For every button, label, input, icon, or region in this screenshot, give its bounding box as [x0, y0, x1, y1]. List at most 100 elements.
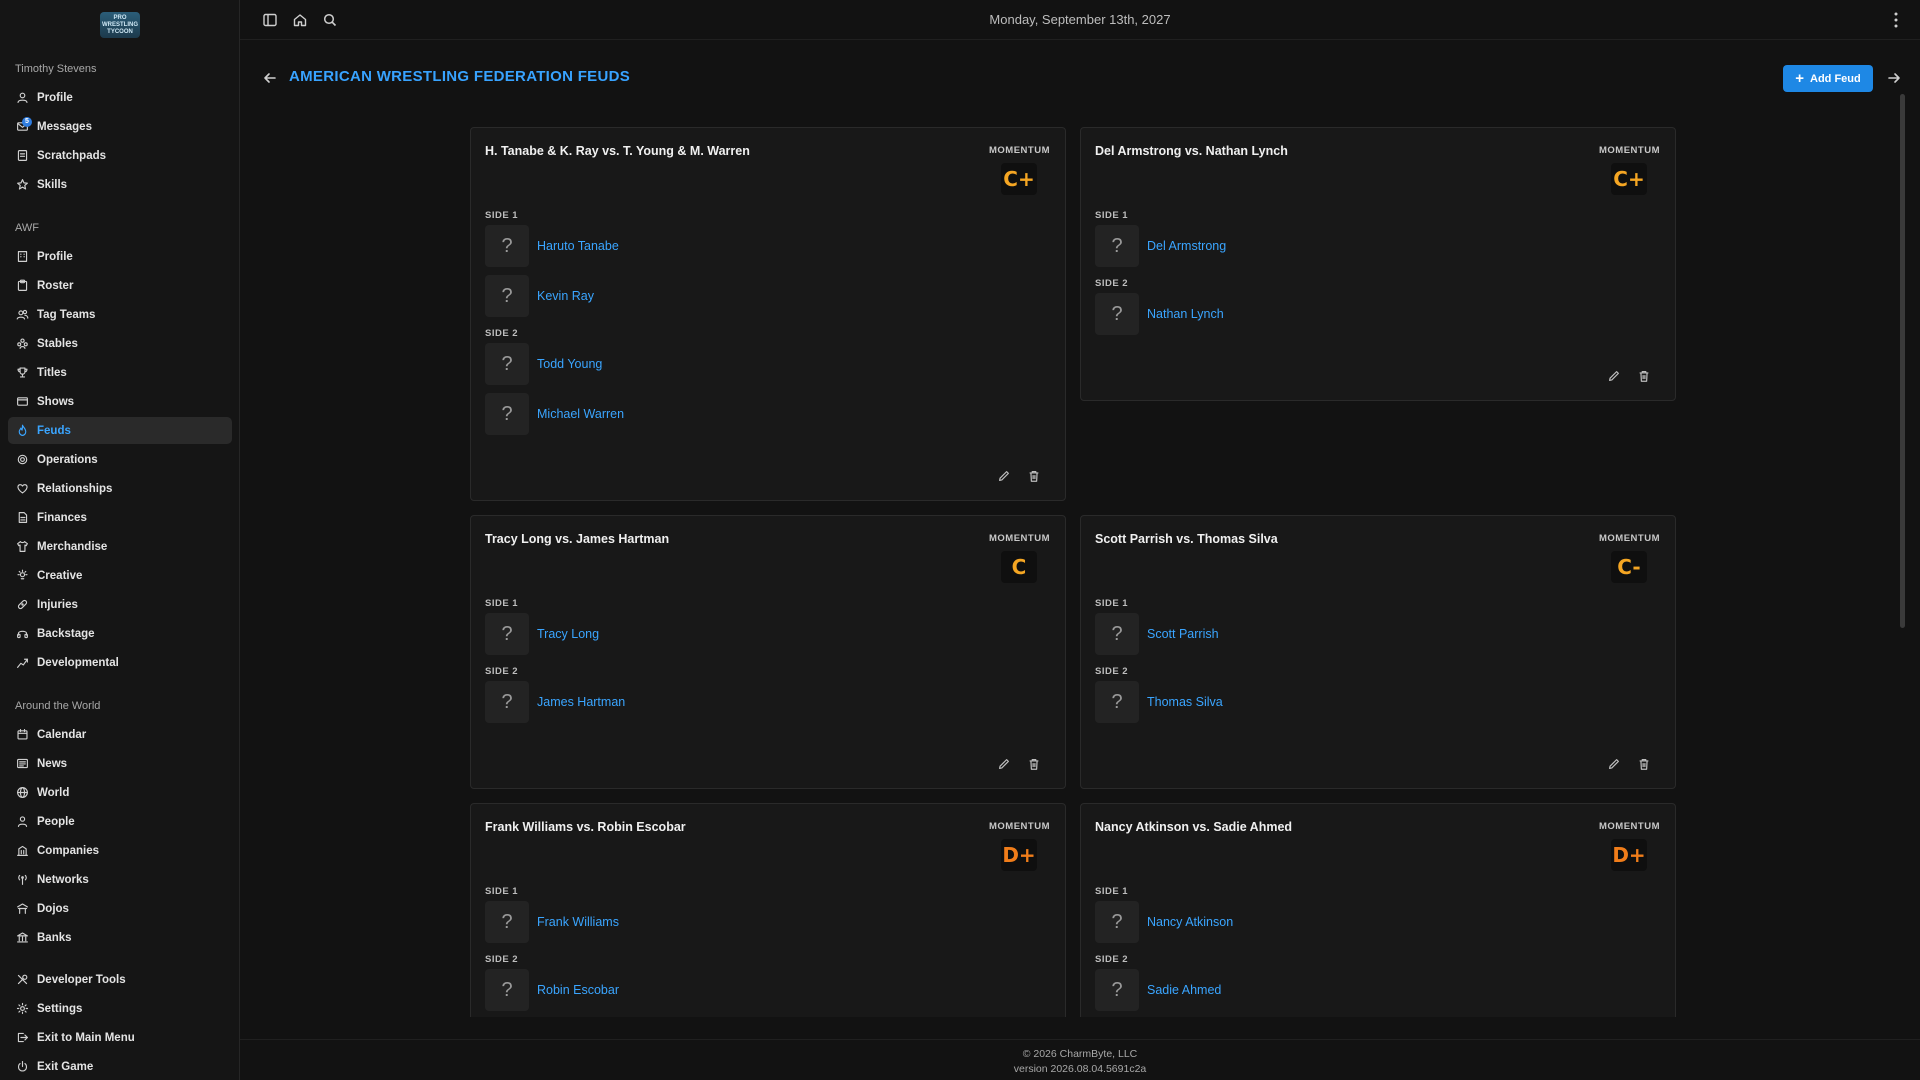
calendar-icon [17, 729, 28, 740]
feud-title[interactable]: Scott Parrish vs. Thomas Silva [1095, 532, 1278, 546]
sidebar-item-exit-to-main-menu[interactable]: Exit to Main Menu [8, 1024, 232, 1051]
sidebar-item-profile[interactable]: Profile [8, 84, 232, 111]
wrestler-avatar[interactable]: ? [1095, 969, 1139, 1011]
sidebar-item-finances[interactable]: Finances [8, 504, 232, 531]
sidebar-item-exit-game[interactable]: Exit Game [8, 1053, 232, 1080]
sidebar-item-titles[interactable]: Titles [8, 359, 232, 386]
wrestler-name-link[interactable]: Tracy Long [537, 627, 599, 641]
feud-title[interactable]: Del Armstrong vs. Nathan Lynch [1095, 144, 1288, 158]
more-menu-icon[interactable] [1894, 11, 1898, 29]
sidebar-item-scratchpads[interactable]: Scratchpads [8, 142, 232, 169]
wrestler-entry: ? Nathan Lynch [1095, 293, 1224, 335]
feud-title[interactable]: H. Tanabe & K. Ray vs. T. Young & M. War… [485, 144, 750, 158]
wrestler-name-link[interactable]: Haruto Tanabe [537, 239, 619, 253]
wrestler-avatar[interactable]: ? [1095, 681, 1139, 723]
sidebar-item-people[interactable]: People [8, 808, 232, 835]
sidebar-item-tag-teams[interactable]: Tag Teams [8, 301, 232, 328]
edit-icon[interactable] [1607, 757, 1621, 771]
sidebar-item-dojos[interactable]: Dojos [8, 895, 232, 922]
sidebar-item-label: News [37, 757, 68, 770]
wrestler-name-link[interactable]: Michael Warren [537, 407, 624, 421]
trash-icon[interactable] [1027, 757, 1041, 771]
wrestler-avatar[interactable]: ? [485, 969, 529, 1011]
sidebar-item-label: Scratchpads [37, 149, 107, 162]
sidebar-item-settings[interactable]: Settings [8, 995, 232, 1022]
sidebar-item-developmental[interactable]: Developmental [8, 649, 232, 676]
trash-icon[interactable] [1637, 757, 1651, 771]
momentum-grade: C- [1611, 551, 1647, 583]
wrestler-avatar[interactable]: ? [485, 901, 529, 943]
wrestler-entry: ? Scott Parrish [1095, 613, 1219, 655]
trash-icon[interactable] [1637, 369, 1651, 383]
app-logo[interactable]: PRO WRESTLING TYCOON [100, 12, 140, 38]
add-feud-button[interactable]: + Add Feud [1783, 65, 1873, 92]
wrestler-avatar[interactable]: ? [485, 613, 529, 655]
wrestler-name-link[interactable]: Thomas Silva [1147, 695, 1223, 709]
wrestler-avatar[interactable]: ? [485, 225, 529, 267]
wrestler-avatar[interactable]: ? [485, 343, 529, 385]
feud-card[interactable]: Tracy Long vs. James Hartman MOMENTUM C SID… [470, 515, 1066, 789]
feud-card[interactable]: Nancy Atkinson vs. Sadie Ahmed MOMENTUM D+… [1080, 803, 1676, 1017]
sidebar-item-stables[interactable]: Stables [8, 330, 232, 357]
edit-icon[interactable] [1607, 369, 1621, 383]
edit-icon[interactable] [997, 757, 1011, 771]
wrestler-name-link[interactable]: Nathan Lynch [1147, 307, 1224, 321]
wrestler-avatar[interactable]: ? [1095, 293, 1139, 335]
sidebar-item-skills[interactable]: Skills [8, 171, 232, 198]
feud-title[interactable]: Frank Williams vs. Robin Escobar [485, 820, 686, 834]
back-arrow-icon[interactable] [262, 70, 278, 86]
feud-title[interactable]: Tracy Long vs. James Hartman [485, 532, 669, 546]
feud-title[interactable]: Nancy Atkinson vs. Sadie Ahmed [1095, 820, 1292, 834]
side-label: SIDE 2 [485, 666, 519, 677]
sidebar-item-calendar[interactable]: Calendar [8, 721, 232, 748]
sidebar-item-world[interactable]: World [8, 779, 232, 806]
feud-card[interactable]: Del Armstrong vs. Nathan Lynch MOMENTUM C+… [1080, 127, 1676, 401]
sidebar-item-companies[interactable]: Companies [8, 837, 232, 864]
sidebar-item-networks[interactable]: Networks [8, 866, 232, 893]
wrestler-avatar[interactable]: ? [1095, 613, 1139, 655]
wrestler-name-link[interactable]: Sadie Ahmed [1147, 983, 1221, 997]
sidebar-item-developer-tools[interactable]: Developer Tools [8, 966, 232, 993]
wrestler-avatar[interactable]: ? [1095, 901, 1139, 943]
sidebar-item-banks[interactable]: Banks [8, 924, 232, 951]
sidebar-item-label: Backstage [37, 627, 95, 640]
wrestler-name-link[interactable]: Kevin Ray [537, 289, 594, 303]
wrestler-avatar[interactable]: ? [485, 275, 529, 317]
sidebar-item-shows[interactable]: Shows [8, 388, 232, 415]
wrestler-name-link[interactable]: Nancy Atkinson [1147, 915, 1233, 929]
sidebar-item-feuds[interactable]: Feuds [8, 417, 232, 444]
sidebar-item-merchandise[interactable]: Merchandise [8, 533, 232, 560]
wrestler-avatar[interactable]: ? [485, 681, 529, 723]
sidebar-item-injuries[interactable]: Injuries [8, 591, 232, 618]
sidebar-item-news[interactable]: News [8, 750, 232, 777]
feud-card[interactable]: H. Tanabe & K. Ray vs. T. Young & M. War… [470, 127, 1066, 501]
forward-arrow-icon[interactable] [1886, 70, 1902, 86]
wrestler-name-link[interactable]: Del Armstrong [1147, 239, 1226, 253]
sidebar-item-creative[interactable]: Creative [8, 562, 232, 589]
sidebar-item-relationships[interactable]: Relationships [8, 475, 232, 502]
trash-icon[interactable] [1027, 469, 1041, 483]
notepad-icon [17, 150, 28, 161]
side-label: SIDE 1 [485, 886, 519, 897]
wrestler-name-link[interactable]: Robin Escobar [537, 983, 619, 997]
feud-card[interactable]: Scott Parrish vs. Thomas Silva MOMENTUM C-… [1080, 515, 1676, 789]
wrestler-entry: ? Nancy Atkinson [1095, 901, 1233, 943]
top-bar: Monday, September 13th, 2027 [240, 0, 1920, 40]
wrestler-name-link[interactable]: Scott Parrish [1147, 627, 1219, 641]
scrollbar[interactable] [1900, 94, 1905, 628]
wrestler-name-link[interactable]: Frank Williams [537, 915, 619, 929]
wrestler-avatar[interactable]: ? [1095, 225, 1139, 267]
wrestler-avatar[interactable]: ? [485, 393, 529, 435]
sidebar-item-backstage[interactable]: Backstage [8, 620, 232, 647]
wrestler-name-link[interactable]: Todd Young [537, 357, 602, 371]
sidebar-item-profile[interactable]: Profile [8, 243, 232, 270]
sidebar-item-roster[interactable]: Roster [8, 272, 232, 299]
edit-icon[interactable] [997, 469, 1011, 483]
version-text: version 2026.08.04.5691c2a [1013, 1063, 1147, 1075]
wrestler-name-link[interactable]: James Hartman [537, 695, 625, 709]
sidebar-item-operations[interactable]: Operations [8, 446, 232, 473]
sidebar-item-label: Networks [37, 873, 89, 886]
dojo-icon [17, 903, 28, 914]
sidebar-item-messages[interactable]: Messages 5 [8, 113, 232, 140]
feud-card[interactable]: Frank Williams vs. Robin Escobar MOMENTUM… [470, 803, 1066, 1017]
